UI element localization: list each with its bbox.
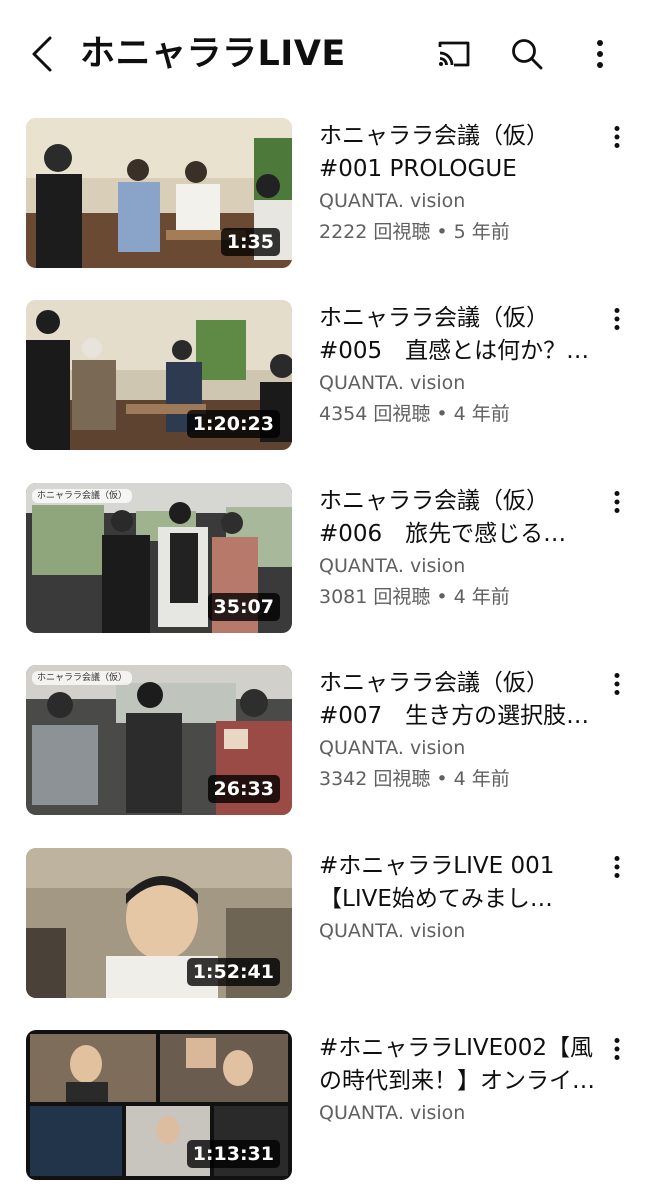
video-meta: 4354 回視聴 • 4 年前 [319, 403, 510, 425]
cast-icon [438, 41, 470, 67]
video-thumbnail[interactable]: ホニャララ会議（仮） 35:07 [26, 483, 292, 633]
video-menu-button[interactable] [602, 850, 632, 884]
channel-tag: ホニャララ会議（仮） [32, 671, 133, 685]
video-meta: 3081 回視聴 • 4 年前 [319, 586, 510, 608]
video-channel[interactable]: QUANTA. vision [319, 1098, 609, 1129]
channel-tag: ホニャララ会議（仮） [32, 489, 133, 503]
video-item[interactable]: 1:52:41 #ホニャララLIVE 001 【LIVE始めてみまし… QUAN… [0, 848, 646, 998]
more-vert-icon [614, 126, 620, 148]
video-item[interactable]: ホニャララ会議（仮） 35:07 ホニャララ会議（仮） #006 旅先で感じる…… [0, 483, 646, 633]
video-item[interactable]: 1:35 ホニャララ会議（仮） #001 PROLOGUE QUANTA. vi… [0, 118, 646, 268]
video-thumbnail[interactable]: 1:20:23 [26, 300, 292, 450]
video-title[interactable]: #ホニャララLIVE 001 【LIVE始めてみまし… [319, 850, 609, 916]
video-meta: 2222 回視聴 • 5 年前 [319, 221, 510, 243]
video-menu-button[interactable] [602, 485, 632, 519]
more-vert-icon [614, 491, 620, 513]
video-thumbnail[interactable]: 1:52:41 [26, 848, 292, 998]
video-thumbnail[interactable]: 1:35 [26, 118, 292, 268]
video-info[interactable]: ホニャララ会議（仮） #006 旅先で感じる… QUANTA. vision 3… [319, 485, 609, 613]
search-icon [512, 39, 543, 70]
video-channel[interactable]: QUANTA. vision [319, 733, 609, 764]
video-channel[interactable]: QUANTA. vision [319, 186, 609, 217]
video-title[interactable]: ホニャララ会議（仮） #001 PROLOGUE [319, 120, 609, 186]
video-duration: 1:13:31 [186, 1140, 280, 1168]
video-menu-button[interactable] [602, 302, 632, 336]
video-title[interactable]: ホニャララ会議（仮） #007 生き方の選択肢… [319, 667, 609, 733]
video-info[interactable]: #ホニャララLIVE 001 【LIVE始めてみまし… QUANTA. visi… [319, 850, 609, 947]
video-duration: 1:20:23 [186, 410, 280, 438]
video-info[interactable]: ホニャララ会議（仮） #005 直感とは何か？… QUANTA. vision … [319, 302, 609, 430]
video-duration: 26:33 [207, 775, 280, 803]
video-channel[interactable]: QUANTA. vision [319, 551, 609, 582]
video-duration: 1:35 [220, 228, 280, 256]
cast-button[interactable] [430, 30, 478, 78]
video-item[interactable]: 1:20:23 ホニャララ会議（仮） #005 直感とは何か？… QUANTA.… [0, 300, 646, 450]
search-button[interactable] [503, 30, 551, 78]
video-channel[interactable]: QUANTA. vision [319, 916, 609, 947]
video-meta: 3342 回視聴 • 4 年前 [319, 768, 510, 790]
video-info[interactable]: ホニャララ会議（仮） #001 PROLOGUE QUANTA. vision … [319, 120, 609, 248]
video-info[interactable]: #ホニャララLIVE002【風 の時代到来！】オンライ… QUANTA. vis… [319, 1032, 609, 1129]
more-vert-icon [614, 1038, 620, 1060]
video-title[interactable]: ホニャララ会議（仮） #005 直感とは何か？… [319, 302, 609, 368]
more-vert-icon [614, 673, 620, 695]
video-menu-button[interactable] [602, 667, 632, 701]
more-options-button[interactable] [576, 30, 624, 78]
video-menu-button[interactable] [602, 120, 632, 154]
video-thumbnail[interactable]: 1:13:31 [26, 1030, 292, 1180]
video-duration: 1:52:41 [186, 958, 280, 986]
video-item[interactable]: 1:13:31 #ホニャララLIVE002【風 の時代到来！】オンライ… QUA… [0, 1030, 646, 1180]
video-item[interactable]: ホニャララ会議（仮） 26:33 ホニャララ会議（仮） #007 生き方の選択肢… [0, 665, 646, 815]
more-vert-icon [614, 308, 620, 330]
video-thumbnail[interactable]: ホニャララ会議（仮） 26:33 [26, 665, 292, 815]
back-arrow-icon [32, 36, 52, 72]
back-button[interactable] [20, 30, 64, 78]
more-vert-icon [614, 856, 620, 878]
page-title: ホニャララLIVE [80, 34, 346, 74]
video-info[interactable]: ホニャララ会議（仮） #007 生き方の選択肢… QUANTA. vision … [319, 667, 609, 795]
app-header: ホニャララLIVE [0, 0, 646, 110]
more-vert-icon [597, 40, 603, 68]
video-title[interactable]: ホニャララ会議（仮） #006 旅先で感じる… [319, 485, 609, 551]
video-title[interactable]: #ホニャララLIVE002【風 の時代到来！】オンライ… [319, 1032, 609, 1098]
video-menu-button[interactable] [602, 1032, 632, 1066]
video-duration: 35:07 [207, 593, 280, 621]
video-channel[interactable]: QUANTA. vision [319, 368, 609, 399]
